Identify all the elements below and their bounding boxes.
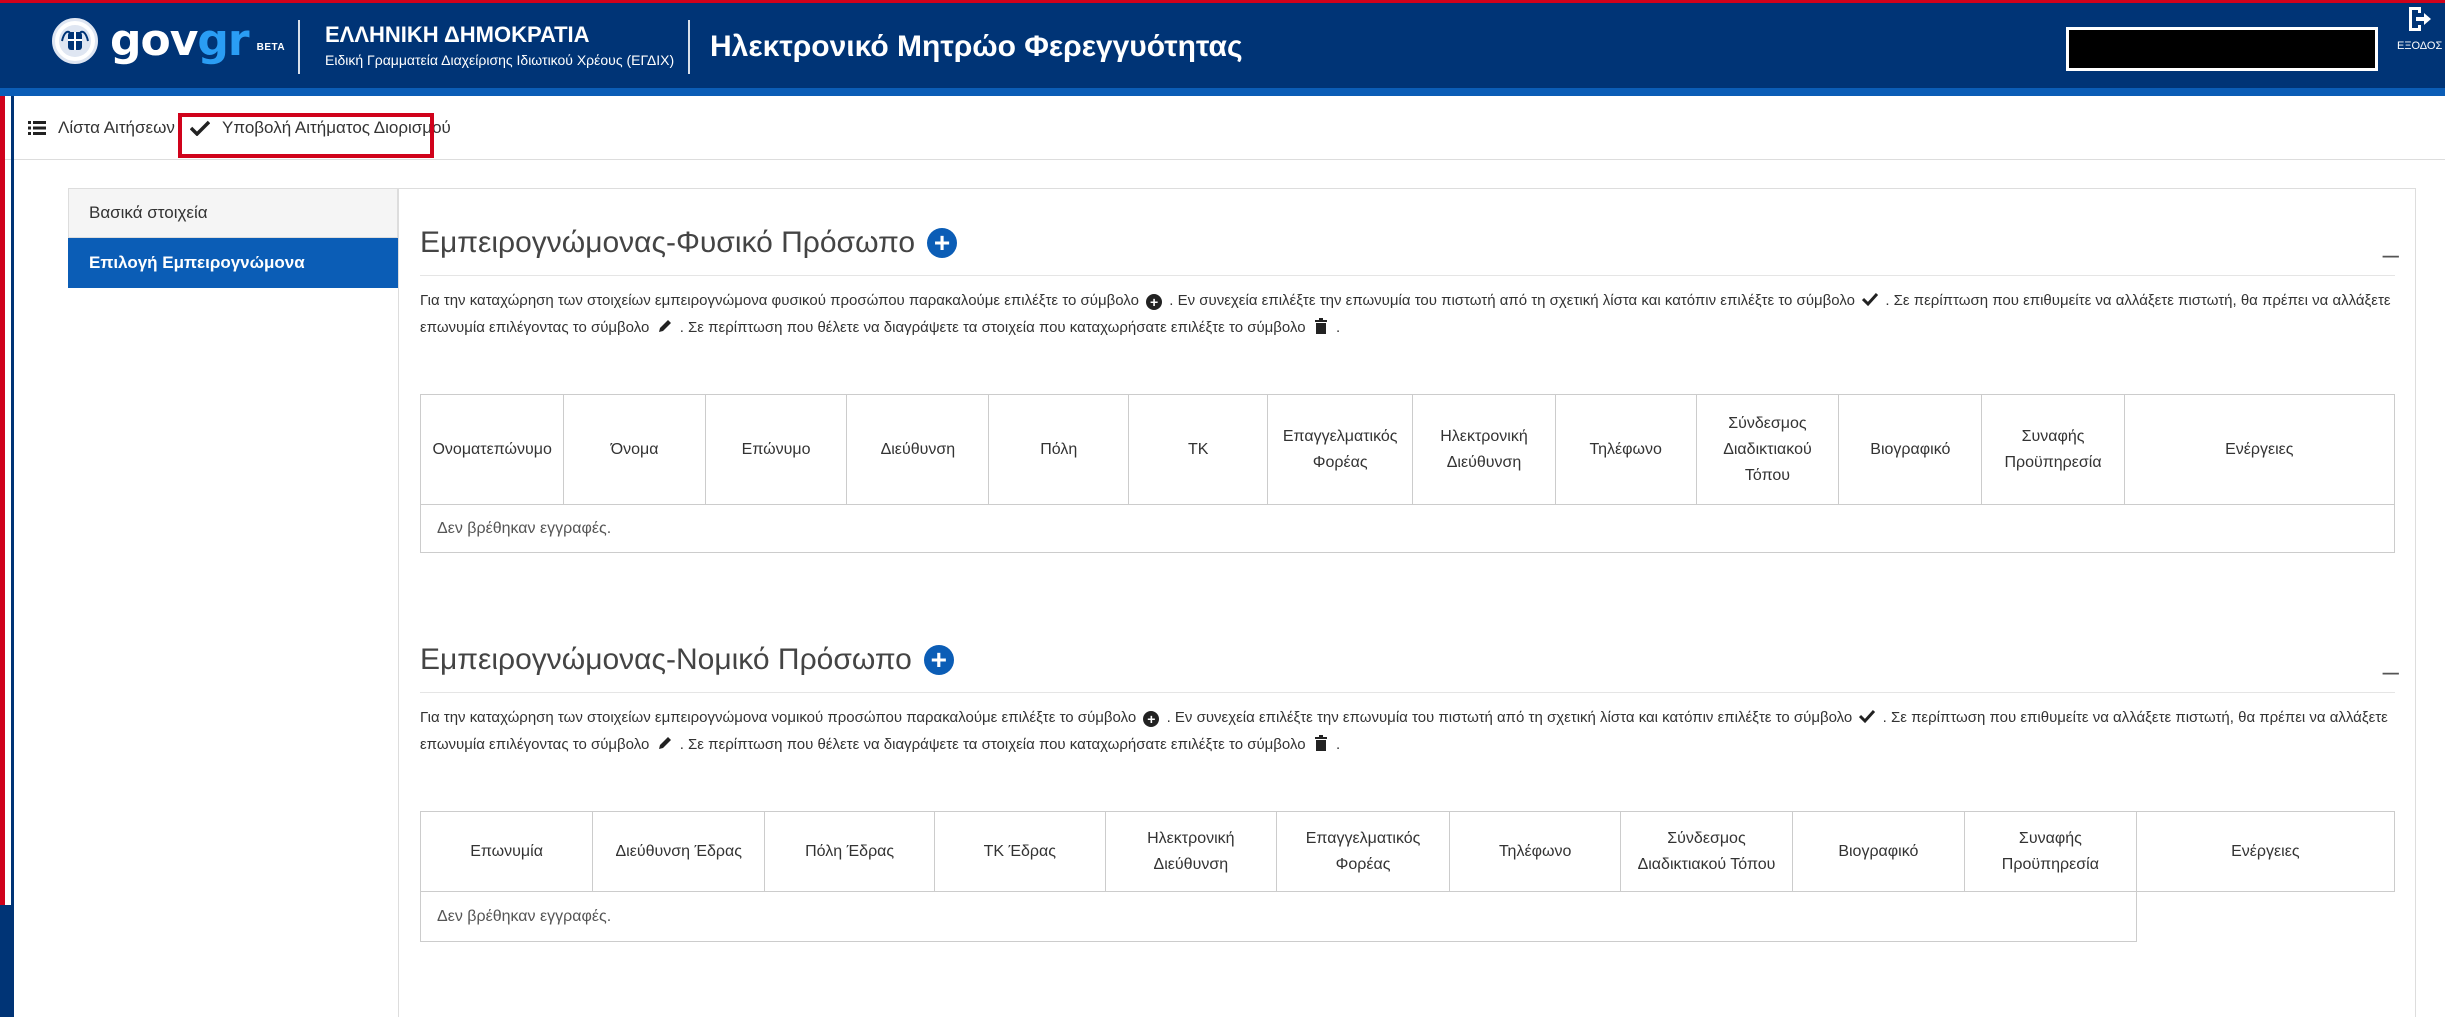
table-header: Ηλεκτρονική Διεύθυνση <box>1104 811 1278 892</box>
plus-circle-icon: + <box>1143 711 1160 727</box>
legal-title-text: Εμπειρογνώμονας-Νομικό Πρόσωπο <box>420 643 912 676</box>
table-header: Τηλέφωνο <box>1554 394 1697 505</box>
table-header: Πόλη Έδρας <box>764 811 935 892</box>
instr-text: . Εν συνεχεία επιλέξτε την επωνυμία του … <box>1169 292 1855 309</box>
add-natural-expert-button[interactable]: + <box>927 228 958 258</box>
brand-accent-text: gr <box>197 15 249 66</box>
natural-title-text: Εμπειρογνώμονας-Φυσικό Πρόσωπο <box>420 226 916 259</box>
instr-text: Για την καταχώρηση των στοιχείων εμπειρο… <box>420 292 1139 309</box>
govgr-logo[interactable]: govgr BETA <box>52 18 285 64</box>
sidebar: Βασικά στοιχεία Επιλογή Εμπειρογνώμονα <box>68 188 398 288</box>
table-header: Πόλη <box>988 394 1130 505</box>
table-header: Βιογραφικό <box>1791 811 1966 892</box>
sidebar-item-label: Βασικά στοιχεία <box>89 203 208 222</box>
table-header: Διεύθυνση <box>846 394 990 505</box>
table-header: Ενέργειες <box>2135 811 2396 892</box>
legal-experts-table: Επωνυμία Διεύθυνση Έδρας Πόλη Έδρας ΤΚ Έ… <box>419 811 2396 942</box>
nav-list-applications[interactable]: Λίστα Αιτήσεων <box>28 114 175 142</box>
empty-row: Δεν βρέθηκαν εγγραφές. <box>420 504 2395 553</box>
site-header: govgr BETA ΕΛΛΗΝΙΚΗ ΔΗΜΟΚΡΑΤΙΑ Ειδική Γρ… <box>0 0 2445 96</box>
table-header: Επώνυμο <box>704 394 848 505</box>
table-header: Ηλεκτρονική Διεύθυνση <box>1412 394 1556 505</box>
list-icon <box>28 121 46 135</box>
greek-emblem-icon <box>52 18 98 64</box>
table-header: Επαγγελματικός Φορέας <box>1276 811 1451 892</box>
ministry-title: ΕΛΛΗΝΙΚΗ ΔΗΜΟΚΡΑΤΙΑ <box>325 22 590 47</box>
section-divider <box>420 692 2395 693</box>
collapse-legal-button[interactable]: _ <box>2383 644 2399 676</box>
nav-highlight-frame <box>178 113 434 158</box>
table-header: Επωνυμία <box>419 811 594 892</box>
table-header: Βιογραφικό <box>1838 394 1983 505</box>
natural-experts-table: Ονοματεπώνυμο Όνομα Επώνυμο Διεύθυνση Πό… <box>419 394 2396 553</box>
empty-cell <box>2136 892 2394 942</box>
table-header: Διεύθυνση Έδρας <box>592 811 766 892</box>
instr-text: . Σε περίπτωση που θέλετε να διαγράψετε … <box>679 736 1306 753</box>
natural-instructions: Για την καταχώρηση των στοιχείων εμπειρο… <box>420 287 2400 341</box>
empty-row: Δεν βρέθηκαν εγγραφές. <box>420 891 2137 942</box>
brand-text: gov <box>110 15 198 66</box>
frame-top <box>0 0 2445 3</box>
plus-circle-icon: + <box>1146 294 1163 310</box>
table-header: Ενέργειες <box>2123 394 2396 505</box>
left-accent-bar <box>0 905 14 1017</box>
check-icon <box>1862 292 1879 307</box>
instr-text: . <box>1335 736 1341 753</box>
logout-icon <box>2409 7 2431 31</box>
beta-badge: BETA <box>256 41 286 53</box>
header-divider <box>298 20 300 74</box>
app-title: Ηλεκτρονικό Μητρώο Φερεγγυότητας <box>710 30 1243 63</box>
nav-list-label: Λίστα Αιτήσεων <box>58 118 175 137</box>
header-divider <box>688 20 690 74</box>
instr-text: Για την καταχώρηση των στοιχείων εμπειρο… <box>420 709 1137 726</box>
table-header: Τηλέφωνο <box>1449 811 1622 892</box>
left-frame <box>0 96 14 1017</box>
add-legal-expert-button[interactable]: + <box>923 645 954 675</box>
exit-button[interactable]: ΕΞΟΔΟΣ <box>2397 5 2443 52</box>
sidebar-item-expert-selection[interactable]: Επιλογή Εμπειρογνώμονα <box>68 238 398 288</box>
table-header: Επαγγελματικός Φορέας <box>1267 394 1414 505</box>
legal-section-title: Εμπειρογνώμονας-Νομικό Πρόσωπο + <box>420 643 954 677</box>
legal-instructions: Για την καταχώρηση των στοιχείων εμπειρο… <box>420 704 2400 758</box>
table-header: Ονοματεπώνυμο <box>419 394 565 505</box>
pencil-icon <box>658 320 671 332</box>
table-header: Σύνδεσμος Διαδικτιακού Τόπου <box>1620 811 1793 892</box>
ministry-subtitle: Ειδική Γραμματεία Διαχείρισης Ιδιωτικού … <box>325 52 675 68</box>
table-header: Όνομα <box>563 394 706 505</box>
table-header: Συναφής Προϋπηρεσία <box>1981 394 2125 505</box>
ministry-block: ΕΛΛΗΝΙΚΗ ΔΗΜΟΚΡΑΤΙΑ Ειδική Γραμματεία Δι… <box>325 22 674 70</box>
sidebar-item-label: Επιλογή Εμπειρογνώμονα <box>89 253 305 272</box>
table-header: Συναφής Προϋπηρεσία <box>1964 811 2137 892</box>
trash-icon <box>1314 318 1327 334</box>
instr-text: . Σε περίπτωση που θέλετε να διαγράψετε … <box>679 319 1306 336</box>
instr-text: . Εν συνεχεία επιλέξτε την επωνυμία του … <box>1166 709 1853 726</box>
instr-text: . <box>1335 319 1341 336</box>
table-header: ΤΚ Έδρας <box>933 811 1106 892</box>
main-panel: Εμπειρογνώμονας-Φυσικό Πρόσωπο + _ Για τ… <box>398 188 2416 1017</box>
pencil-icon <box>658 737 671 749</box>
table-header: Σύνδεσμος Διαδικτιακού Τόπου <box>1695 394 1840 505</box>
user-name-box[interactable] <box>2066 27 2378 71</box>
sidebar-item-basic-info[interactable]: Βασικά στοιχεία <box>68 188 398 238</box>
natural-section-title: Εμπειρογνώμονας-Φυσικό Πρόσωπο + <box>420 226 958 260</box>
exit-label: ΕΞΟΔΟΣ <box>2397 40 2443 52</box>
collapse-natural-button[interactable]: _ <box>2383 227 2399 259</box>
trash-icon <box>1314 735 1327 751</box>
table-header: ΤΚ <box>1128 394 1269 505</box>
section-divider <box>420 275 2395 276</box>
check-icon <box>1859 709 1876 724</box>
